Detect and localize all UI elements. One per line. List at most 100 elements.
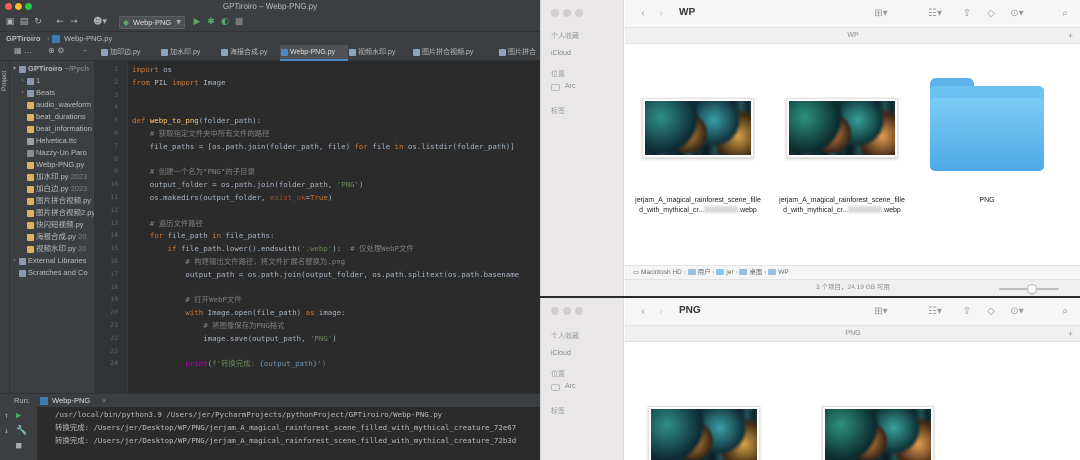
forward-chevron-icon[interactable]: › xyxy=(655,306,667,317)
share-icon[interactable]: ⇧ xyxy=(961,8,973,19)
code-line[interactable]: image.save(output_path, 'PNG') xyxy=(132,334,337,343)
path-item[interactable]: jer xyxy=(726,269,733,276)
open-folder-icon[interactable]: ▣ xyxy=(4,16,16,28)
tab-webp-png[interactable]: Webp-PNG.py xyxy=(280,45,348,61)
project-tree-item[interactable]: Scratches and Co xyxy=(10,267,94,279)
back-arrow-icon[interactable]: ← xyxy=(54,16,66,28)
code-line[interactable]: file_paths = [os.path.join(folder_path, … xyxy=(132,142,515,151)
expand-arrow-icon[interactable]: ▾ xyxy=(11,63,18,75)
project-tree-item[interactable]: audio_waveform xyxy=(10,99,94,111)
project-tree-item[interactable]: 图片拼合视频2.py xyxy=(10,207,94,219)
save-icon[interactable]: ▤ xyxy=(18,16,30,28)
icon-view-icon[interactable]: ⊞▾ xyxy=(871,8,891,19)
project-tree-item[interactable]: 视频水印.py 20 xyxy=(10,243,94,255)
stop-icon[interactable]: ■ xyxy=(233,16,245,28)
project-tool-button[interactable]: Project xyxy=(1,63,9,91)
project-tree-item[interactable]: ▾ GPTiroiro ~/Pych xyxy=(10,63,94,75)
webp-file-thumbnail[interactable] xyxy=(642,98,754,158)
close-run-tab-icon[interactable]: × xyxy=(102,394,106,407)
coverage-icon[interactable]: ◐ xyxy=(219,16,231,28)
expand-arrow-icon[interactable]: › xyxy=(11,255,18,267)
tab-图片拼合视频[interactable]: 图片拼合视频.py xyxy=(412,45,498,61)
sidebar-item-arc[interactable]: Arc xyxy=(565,83,576,90)
tab-海报合成[interactable]: 海报合成.py xyxy=(220,45,280,61)
share-icon[interactable]: ⇧ xyxy=(961,306,973,317)
close-window-button[interactable] xyxy=(551,307,559,315)
path-item[interactable]: 用户 xyxy=(698,269,711,276)
run-configuration-select[interactable]: ◆ Webp-PNG ▼ xyxy=(119,16,185,29)
folder-name[interactable]: PNG xyxy=(916,196,1058,206)
code-line[interactable]: # 遍历文件路径 xyxy=(132,219,203,228)
code-line[interactable]: for file_path in file_paths: xyxy=(132,231,275,240)
project-tree-item[interactable]: 快闪短视频.py xyxy=(10,219,94,231)
icon-view-icon[interactable]: ⊞▾ xyxy=(871,306,891,317)
zoom-window-button[interactable] xyxy=(575,307,583,315)
code-line[interactable]: import os xyxy=(132,65,172,74)
forward-chevron-icon[interactable]: › xyxy=(655,8,667,19)
sidebar-item-arc[interactable]: Arc xyxy=(565,383,576,390)
minimize-window-button[interactable] xyxy=(563,9,571,17)
zoom-window-button[interactable] xyxy=(575,9,583,17)
path-item[interactable]: Macintosh HD xyxy=(641,269,682,276)
expand-arrow-icon[interactable]: › xyxy=(19,75,26,87)
breadcrumb-file[interactable]: Webp-PNG.py xyxy=(64,32,112,45)
code-line[interactable]: # 构建输出文件路径，将文件扩展名替换为.png xyxy=(132,257,345,266)
code-line[interactable]: # 打开WebP文件 xyxy=(132,295,241,304)
minimize-window-button[interactable] xyxy=(563,307,571,315)
group-icon[interactable]: ☷▾ xyxy=(925,306,945,317)
more-icon[interactable]: ⊙▾ xyxy=(1007,306,1027,317)
run-icon[interactable]: ▶ xyxy=(191,16,203,28)
sidebar-item-icloud[interactable]: iCloud xyxy=(551,350,571,357)
code-line[interactable]: # 获取指定文件夹中所有文件的路径 xyxy=(132,129,270,138)
code-line[interactable]: from PIL import Image xyxy=(132,78,225,87)
tag-icon[interactable]: ◇ xyxy=(985,8,997,19)
code-line[interactable]: if file_path.lower().endswith('.webp'): … xyxy=(132,244,414,253)
path-item[interactable]: WP xyxy=(778,269,788,276)
code-line[interactable]: output_folder = os.path.join(folder_path… xyxy=(132,180,364,189)
project-tree-item[interactable]: 加水印.py 2023 xyxy=(10,171,94,183)
tab-加水印[interactable]: 加水印.py xyxy=(160,45,220,61)
add-tab-icon[interactable]: + xyxy=(1068,326,1073,342)
search-icon[interactable]: ⌕ xyxy=(1059,8,1071,19)
wrench-icon[interactable]: 🔧 xyxy=(16,426,27,436)
stop-icon[interactable]: ■ xyxy=(16,441,21,451)
breadcrumb-project[interactable]: GPTiroiro xyxy=(6,32,40,45)
settings-gear-icon[interactable]: ⊕ ⚙ xyxy=(48,46,64,55)
search-icon[interactable]: ⌕ xyxy=(1059,306,1071,317)
project-tree-item[interactable]: › External Libraries xyxy=(10,255,94,267)
project-tree-item[interactable]: 图片拼合视频.py xyxy=(10,195,94,207)
png-folder-icon[interactable] xyxy=(930,78,1044,171)
project-tree-item[interactable]: 海报合成.py 20 xyxy=(10,231,94,243)
project-tree-item[interactable]: beat_information xyxy=(10,123,94,135)
icon-size-slider[interactable] xyxy=(999,284,1059,294)
tab-图片拼合[interactable]: 图片拼合 xyxy=(498,45,540,61)
project-tree-item[interactable]: Helvetica.ttc xyxy=(10,135,94,147)
project-tree-item[interactable]: beat_durations xyxy=(10,111,94,123)
add-tab-icon[interactable]: + xyxy=(1068,28,1073,44)
png-file-thumbnail[interactable] xyxy=(648,406,760,460)
code-line[interactable]: os.makedirs(output_folder, exist_ok=True… xyxy=(132,193,332,202)
user-icon[interactable]: ☻▾ xyxy=(90,16,110,28)
close-window-button[interactable] xyxy=(551,9,559,17)
expand-arrow-icon[interactable]: › xyxy=(19,87,26,99)
sync-icon[interactable]: ↻ xyxy=(32,16,44,28)
code-line[interactable]: # 创建一个名为"PNG"的子目录 xyxy=(132,167,255,176)
back-chevron-icon[interactable]: ‹ xyxy=(637,8,649,19)
code-editor[interactable]: import os from PIL import Image def webp_t… xyxy=(128,61,540,393)
rerun-icon[interactable]: ▶ xyxy=(16,411,21,421)
project-tree-item[interactable]: › 1 xyxy=(10,75,94,87)
code-line[interactable]: # 将图像保存为PNG格式 xyxy=(132,321,284,330)
png-file-thumbnail[interactable] xyxy=(822,406,934,460)
more-icon[interactable]: ⊙▾ xyxy=(1007,8,1027,19)
tab-视频水印[interactable]: 视频水印.py xyxy=(348,45,412,61)
project-view-menu-icon[interactable]: ▦ … xyxy=(14,46,32,55)
project-tree-item[interactable]: › Beats xyxy=(10,87,94,99)
slider-knob[interactable] xyxy=(1027,284,1037,294)
arrow-up-icon[interactable]: ↑ xyxy=(4,411,9,420)
path-item[interactable]: 桌面 xyxy=(749,269,762,276)
tab-加印边[interactable]: 加印边.py xyxy=(100,45,160,61)
file-name[interactable]: jerjam_A_magical_rainforest_scene_fille … xyxy=(627,196,769,216)
tag-icon[interactable]: ◇ xyxy=(985,306,997,317)
code-line[interactable]: def webp_to_png(folder_path): xyxy=(132,116,261,125)
sidebar-item-icloud[interactable]: iCloud xyxy=(551,50,571,57)
